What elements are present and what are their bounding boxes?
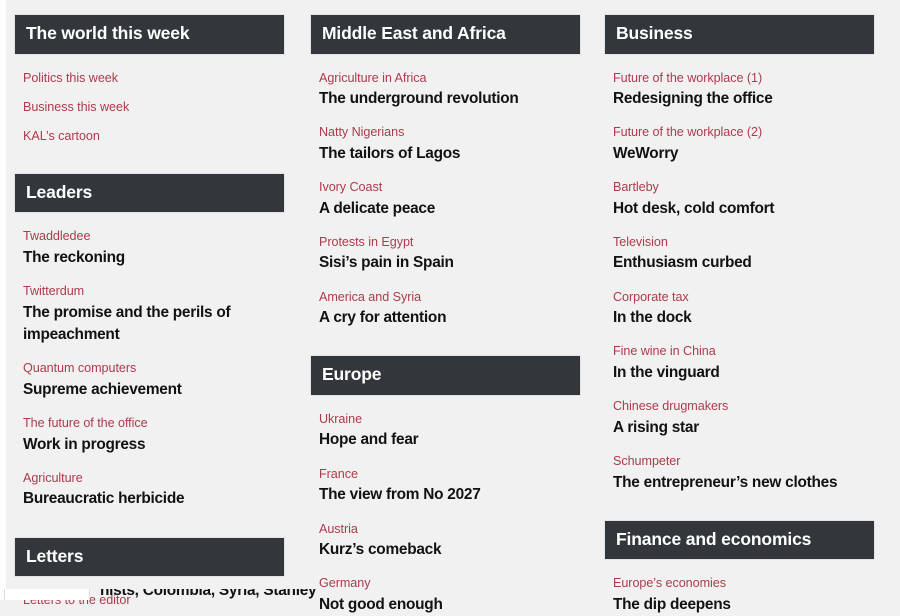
article-rubric-link[interactable]: Business this week [23,100,276,114]
contents-page: The world this week Politics this week Bus… [0,0,900,613]
article-item: Business this week [14,100,285,114]
article-headline-link[interactable]: In the dock [613,307,866,329]
article-item: Agriculture Bureaucratic herbicide [14,471,285,511]
article-item: Quantum computers Supreme achievement [14,361,285,401]
article-rubric-link[interactable]: Twitterdum [23,284,276,298]
article-headline-link[interactable]: Supreme achievement [23,379,276,401]
article-item: Austria Kurz’s comeback [310,522,581,562]
article-headline-link[interactable]: Hot desk, cold comfort [613,198,866,220]
article-item: Corporate tax In the dock [604,290,875,330]
article-rubric-link[interactable]: Quantum computers [23,361,276,375]
article-item: KAL’s cartoon [14,129,285,143]
article-rubric-link[interactable]: Politics this week [23,71,276,85]
article-rubric-link[interactable]: The future of the office [23,416,276,430]
section-header: Finance and economics [604,519,875,561]
article-headline-link[interactable]: The promise and the perils of impeachmen… [23,302,276,347]
contents-columns: The world this week Politics this week Bus… [0,0,900,613]
article-list: Agriculture in Africa The underground rev… [310,71,581,330]
article-rubric-link[interactable]: Fine wine in China [613,344,866,358]
article-item: Agriculture in Africa The underground rev… [310,71,581,111]
article-rubric-link[interactable]: Future of the workplace (2) [613,125,866,139]
article-item: Future of the workplace (2) WeWorry [604,125,875,165]
article-rubric-link[interactable]: Twaddledee [23,229,276,243]
article-item: Protests in Egypt Sisi’s pain in Spain [310,235,581,275]
article-item: Twaddledee The reckoning [14,229,285,269]
article-headline-link[interactable]: Kurz’s comeback [319,539,572,561]
article-list: Politics this week Business this week KAL’… [14,71,285,144]
article-headline-link[interactable]: A rising star [613,417,866,439]
section-header: Leaders [14,172,285,214]
article-headline-link[interactable]: A cry for attention [319,307,572,329]
article-headline-link[interactable]: Sisi’s pain in Spain [319,252,572,274]
article-headline-link[interactable]: Hope and fear [319,429,572,451]
article-rubric-link[interactable]: Television [613,235,866,249]
article-item: Bartleby Hot desk, cold comfort [604,180,875,220]
article-headline-link[interactable]: Work in progress [23,434,276,456]
article-rubric-link[interactable]: Schumpeter [613,454,866,468]
bottom-clipped-row: nists, Colombia, Syria, Stanley [0,589,900,600]
column-middle: Middle East and Africa Agriculture in Afr… [310,14,581,616]
article-headline-link[interactable]: The tailors of Lagos [319,143,572,165]
section: Business Future of the workplace (1) Redes… [604,14,875,494]
article-headline-link[interactable]: The underground revolution [319,88,572,110]
article-list: Ukraine Hope and fear France The view from … [310,412,581,616]
article-item: The future of the office Work in progress [14,416,285,456]
section: Leaders Twaddledee The reckoning Twitterdum… [14,172,285,511]
section: Finance and economics Europe’s economies T… [604,519,875,616]
article-item: Ukraine Hope and fear [310,412,581,452]
article-rubric-link[interactable]: Agriculture in Africa [319,71,572,85]
article-item: Future of the workplace (1) Redesigning t… [604,71,875,111]
article-rubric-link[interactable]: Agriculture [23,471,276,485]
bottom-clipped-headline[interactable]: nists, Colombia, Syria, Stanley [100,589,317,600]
article-headline-link[interactable]: The entrepreneur’s new clothes [613,472,866,494]
section-header: Europe [310,355,581,396]
article-item: Twitterdum The promise and the perils of … [14,284,285,346]
article-list: Future of the workplace (1) Redesigning t… [604,71,875,494]
article-item: Chinese drugmakers A rising star [604,399,875,439]
section: The world this week Politics this week Bus… [14,14,285,144]
article-item: Schumpeter The entrepreneur’s new clothes [604,454,875,494]
section-header: Letters [14,536,285,578]
article-rubric-link[interactable]: Future of the workplace (1) [613,71,866,85]
article-rubric-link[interactable]: America and Syria [319,290,572,304]
article-rubric-link[interactable]: Protests in Egypt [319,235,572,249]
article-item: Politics this week [14,71,285,85]
bottom-thumbnail-placeholder [4,589,90,600]
section-header: The world this week [14,14,285,55]
article-headline-link[interactable]: Enthusiasm curbed [613,252,866,274]
article-list: Twaddledee The reckoning Twitterdum The pro… [14,229,285,510]
section-header: Middle East and Africa [310,14,581,55]
article-item: America and Syria A cry for attention [310,290,581,330]
article-rubric-link[interactable]: Ukraine [319,412,572,426]
article-item: Fine wine in China In the vinguard [604,344,875,384]
article-item: Ivory Coast A delicate peace [310,180,581,220]
article-rubric-link[interactable]: Natty Nigerians [319,125,572,139]
article-headline-link[interactable]: WeWorry [613,143,866,165]
column-left: The world this week Politics this week Bus… [14,14,285,611]
article-rubric-link[interactable]: Austria [319,522,572,536]
article-headline-link[interactable]: The reckoning [23,247,276,269]
article-headline-link[interactable]: The view from No 2027 [319,484,572,506]
column-right: Business Future of the workplace (1) Redes… [604,14,875,616]
article-rubric-link[interactable]: Ivory Coast [319,180,572,194]
article-rubric-link[interactable]: France [319,467,572,481]
article-headline-link[interactable]: Bureaucratic herbicide [23,488,276,510]
article-item: France The view from No 2027 [310,467,581,507]
article-rubric-link[interactable]: KAL’s cartoon [23,129,276,143]
section-header: Business [604,14,875,55]
article-rubric-link[interactable]: Chinese drugmakers [613,399,866,413]
section: Europe Ukraine Hope and fear France The view… [310,355,581,616]
article-rubric-link[interactable]: Corporate tax [613,290,866,304]
article-rubric-link[interactable]: Bartleby [613,180,866,194]
article-headline-link[interactable]: Redesigning the office [613,88,866,110]
article-item: Natty Nigerians The tailors of Lagos [310,125,581,165]
article-item: Television Enthusiasm curbed [604,235,875,275]
section: Middle East and Africa Agriculture in Afr… [310,14,581,329]
article-headline-link[interactable]: A delicate peace [319,198,572,220]
article-headline-link[interactable]: In the vinguard [613,362,866,384]
